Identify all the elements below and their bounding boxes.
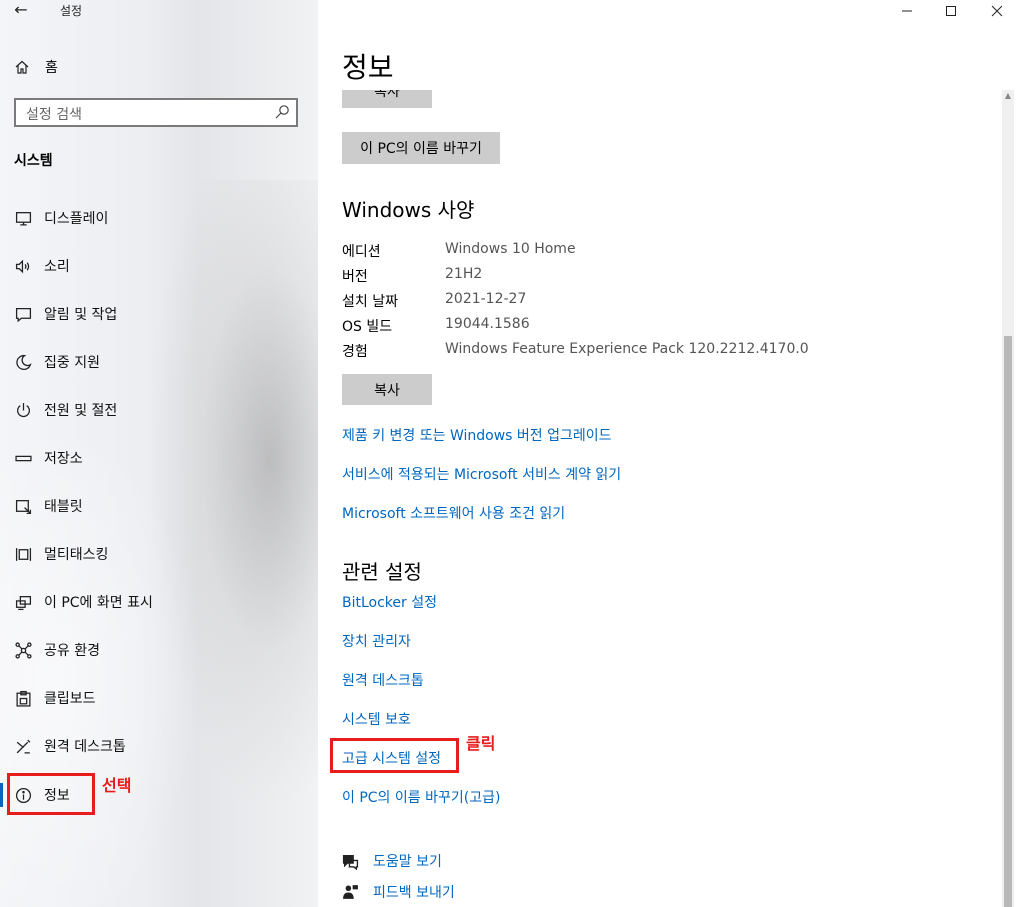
sidebar-item-label: 공유 환경 (44, 643, 100, 659)
send-feedback-link[interactable]: 피드백 보내기 (342, 881, 455, 903)
window-title: 설정 (60, 4, 83, 18)
shared-experience-icon (14, 641, 32, 659)
feedback-icon (343, 884, 358, 899)
sidebar-item-label: 원격 데스크톱 (44, 739, 126, 755)
spec-label: 버전 (342, 269, 368, 285)
help-label: 도움말 보기 (373, 854, 442, 870)
sidebar-item-label: 소리 (44, 259, 70, 275)
maximize-icon (946, 6, 956, 16)
close-icon (991, 5, 1003, 17)
remote-desktop-icon (14, 737, 32, 755)
sidebar-item-sound[interactable]: 소리 (14, 254, 294, 278)
link-device-manager[interactable]: 장치 관리자 (342, 631, 411, 651)
close-button[interactable] (974, 0, 1018, 22)
tablet-icon (14, 497, 32, 515)
sidebar-item-notifications[interactable]: 알림 및 작업 (14, 302, 294, 326)
speaker-icon (14, 257, 32, 275)
sidebar-item-label: 이 PC에 화면 표시 (44, 595, 153, 611)
link-rename-pc-advanced[interactable]: 이 PC의 이름 바꾸기(고급) (342, 787, 500, 807)
annotation-select-box (7, 773, 95, 815)
link-system-protection[interactable]: 시스템 보호 (342, 709, 411, 729)
help-icon (342, 854, 359, 870)
sidebar-item-project[interactable]: 이 PC에 화면 표시 (14, 590, 294, 614)
sidebar-item-label: 집중 지원 (44, 355, 100, 371)
spec-label: 설치 날짜 (342, 294, 398, 310)
spec-label: OS 빌드 (342, 319, 393, 335)
back-button[interactable]: ← (8, 0, 34, 22)
page-title: 정보 (342, 51, 394, 84)
spec-label: 경험 (342, 344, 368, 360)
search-input[interactable]: 설정 검색 (14, 98, 298, 127)
spec-value: 19044.1586 (445, 316, 530, 332)
selection-indicator (0, 783, 3, 807)
feedback-label: 피드백 보내기 (373, 885, 455, 901)
scrollbar-thumb[interactable] (1004, 336, 1012, 907)
spec-value: 21H2 (445, 266, 483, 282)
minimize-icon (902, 10, 912, 12)
power-icon (14, 401, 32, 419)
sidebar-item-label: 알림 및 작업 (44, 307, 118, 323)
sidebar-item-label: 저장소 (44, 451, 83, 467)
navigation-pane: ← 설정 홈 설정 검색 시스템 디스플레이 소리 알림 및 작업 집중 지원 … (0, 0, 318, 907)
home-label: 홈 (45, 60, 58, 76)
sidebar-item-multitasking[interactable]: 멀티태스킹 (14, 542, 294, 566)
scroll-clip: 복사 (342, 90, 432, 109)
clipboard-icon (14, 689, 32, 707)
search-icon (275, 105, 289, 119)
rename-pc-button[interactable]: 이 PC의 이름 바꾸기 (342, 132, 500, 164)
annotation-click-label: 클릭 (466, 734, 496, 753)
maximize-button[interactable] (928, 0, 974, 22)
monitor-icon (14, 209, 32, 227)
section-title: 시스템 (14, 153, 53, 169)
sidebar-item-display[interactable]: 디스플레이 (14, 206, 294, 230)
search-placeholder: 설정 검색 (26, 107, 82, 123)
spec-label: 에디션 (342, 244, 381, 260)
multitasking-icon (14, 545, 32, 563)
link-change-product-key[interactable]: 제품 키 변경 또는 Windows 버전 업그레이드 (342, 425, 612, 445)
sidebar-item-shared-experiences[interactable]: 공유 환경 (14, 638, 294, 662)
home-icon (15, 60, 29, 74)
related-settings-heading: 관련 설정 (342, 560, 422, 584)
link-microsoft-services-agreement[interactable]: 서비스에 적용되는 Microsoft 서비스 계약 읽기 (342, 464, 621, 484)
link-remote-desktop[interactable]: 원격 데스크톱 (342, 670, 424, 690)
sidebar-item-remote-desktop[interactable]: 원격 데스크톱 (14, 734, 294, 758)
title-bar: ← 설정 (0, 0, 318, 24)
annotation-click-box (330, 738, 459, 773)
windows-spec-heading: Windows 사양 (342, 198, 475, 222)
link-bitlocker-settings[interactable]: BitLocker 설정 (342, 592, 437, 612)
spec-value: 2021-12-27 (445, 291, 527, 307)
notification-icon (14, 305, 32, 323)
annotation-select-label: 선택 (102, 776, 132, 795)
link-software-license-terms[interactable]: Microsoft 소프트웨어 사용 조건 읽기 (342, 503, 565, 523)
get-help-link[interactable]: 도움말 보기 (342, 850, 442, 872)
moon-icon (14, 353, 32, 371)
sidebar-item-label: 멀티태스킹 (44, 547, 109, 563)
spec-value: Windows 10 Home (445, 241, 576, 257)
home-nav-item[interactable]: 홈 (14, 56, 58, 78)
storage-icon (14, 449, 32, 467)
scroll-up-icon[interactable]: ▲ (1003, 91, 1013, 101)
sidebar-item-clipboard[interactable]: 클립보드 (14, 686, 294, 710)
sidebar-item-label: 태블릿 (44, 499, 83, 515)
sidebar-item-storage[interactable]: 저장소 (14, 446, 294, 470)
sidebar-item-label: 전원 및 절전 (44, 403, 118, 419)
sidebar-item-label: 디스플레이 (44, 211, 109, 227)
main-content: 정보 복사 이 PC의 이름 바꾸기 Windows 사양 에디션 Window… (318, 0, 1018, 907)
copy-button-windows-spec[interactable]: 복사 (342, 374, 432, 405)
sidebar-item-focus-assist[interactable]: 집중 지원 (14, 350, 294, 374)
project-icon (14, 593, 32, 611)
minimize-button[interactable] (884, 0, 930, 22)
sidebar-item-label: 클립보드 (44, 691, 96, 707)
spec-value: Windows Feature Experience Pack 120.2212… (445, 341, 809, 357)
copy-button-device[interactable]: 복사 (342, 90, 432, 108)
sidebar-item-tablet[interactable]: 태블릿 (14, 494, 294, 518)
sidebar-item-power[interactable]: 전원 및 절전 (14, 398, 294, 422)
